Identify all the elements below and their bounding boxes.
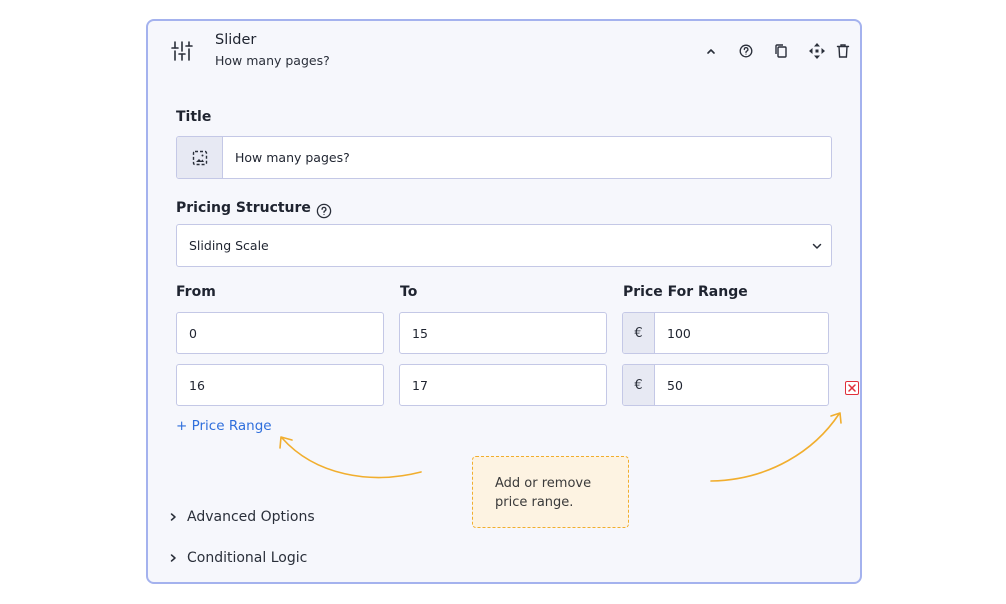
- annotation-line-1: Add or remove: [495, 476, 592, 491]
- annotation-note: Add or remove price range.: [472, 456, 629, 528]
- annotation-line-2: price range.: [495, 495, 574, 510]
